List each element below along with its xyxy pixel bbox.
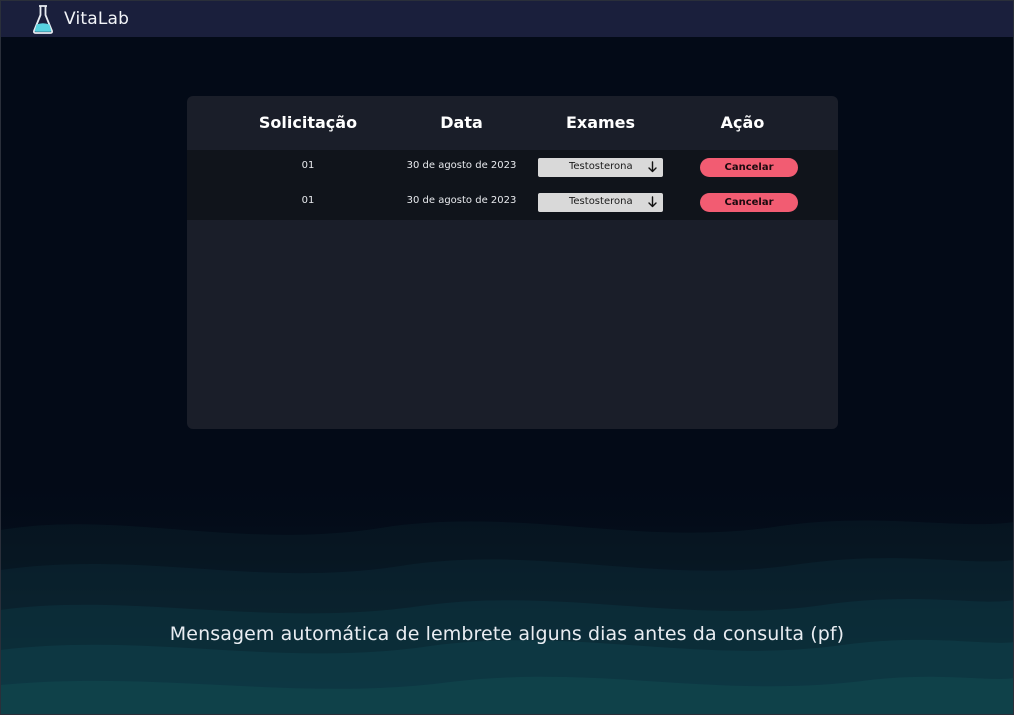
header-acao: Ação — [720, 113, 765, 132]
cancel-button[interactable]: Cancelar — [700, 193, 798, 212]
table-row: 01 30 de agosto de 2023 Testosterona Can… — [187, 150, 838, 185]
request-id: 01 — [301, 195, 315, 206]
exam-select[interactable]: Testosterona — [538, 158, 663, 177]
brand-name[interactable]: VitaLab — [64, 9, 129, 29]
table-row: 01 30 de agosto de 2023 Testosterona Can… — [187, 185, 838, 220]
exam-select-value: Testosterona — [569, 196, 633, 207]
reminder-message: Mensagem automática de lembrete alguns d… — [169, 623, 845, 645]
wave-background — [0, 470, 1014, 715]
header-exames: Exames — [565, 113, 636, 132]
request-date: 30 de agosto de 2023 — [406, 160, 517, 171]
flask-icon — [32, 3, 54, 35]
cancel-button[interactable]: Cancelar — [700, 158, 798, 177]
header-solicitacao: Solicitação — [258, 113, 358, 132]
exam-select-value: Testosterona — [569, 161, 633, 172]
top-navbar: VitaLab — [0, 0, 1014, 37]
request-date: 30 de agosto de 2023 — [406, 195, 517, 206]
request-id: 01 — [301, 160, 315, 171]
table-body: 01 30 de agosto de 2023 Testosterona Can… — [187, 150, 838, 220]
requests-table: Solicitação Data Exames Ação 01 30 de ag… — [187, 96, 838, 429]
arrow-down-icon — [648, 196, 657, 208]
exam-select[interactable]: Testosterona — [538, 193, 663, 212]
table-header: Solicitação Data Exames Ação — [187, 96, 838, 150]
arrow-down-icon — [648, 161, 657, 173]
